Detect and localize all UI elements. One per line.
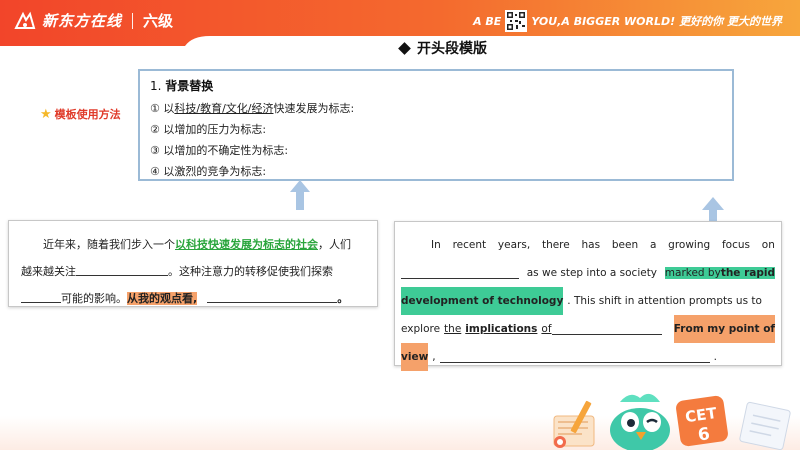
replacement-heading-num: 1. — [150, 79, 166, 93]
replacement-item-prefix: ③ 以增加的不确定性为标志: — [150, 144, 289, 157]
replacement-item: ① 以科技/教育/文化/经济快速发展为标志: — [150, 98, 722, 119]
replacement-heading: 1. 背景替换 — [150, 77, 722, 94]
brand-logo-icon — [14, 11, 36, 29]
blank-line[interactable] — [401, 267, 519, 279]
section-title-text: 开头段模版 — [417, 41, 487, 57]
replacement-item-underlined: 科技/教育/文化/经济 — [174, 102, 274, 115]
cn-text: 可能的影响。 — [61, 292, 127, 305]
chinese-template-box: 近年来，随着我们步入一个以科技快速发展为标志的社会，人们 越来越关注 。这种注意力… — [8, 220, 378, 307]
background-replacement-box: 1. 背景替换 ① 以科技/教育/文化/经济快速发展为标志: ② 以增加的压力为… — [138, 69, 734, 181]
slogan-cn: 更好的你 更大的世界 — [679, 15, 782, 28]
en-bold-underlined: implications — [465, 323, 538, 335]
blank-line[interactable] — [551, 323, 663, 335]
blank-line[interactable] — [76, 264, 168, 276]
en-highlight-orange: view — [401, 343, 429, 371]
replacement-item-prefix: ① 以 — [150, 102, 175, 115]
en-text: . — [713, 351, 717, 363]
section-title: 开头段模版 — [398, 38, 487, 58]
blank-line[interactable] — [21, 291, 61, 303]
brand-divider — [132, 12, 134, 29]
en-word: been — [611, 239, 639, 251]
cn-line: 可能的影响。从我的观点看, 。 — [21, 285, 365, 312]
en-highlight-green-text: marked by — [664, 267, 721, 279]
cn-line: 越来越关注 。这种注意力的转移促使我们探索 — [21, 258, 365, 285]
en-text: . This shift in attention prompts us to — [567, 295, 762, 307]
en-word: focus — [721, 239, 750, 251]
en-word: a — [649, 239, 657, 251]
en-highlight-green-bold: the rapid — [720, 267, 775, 279]
en-line: as we step into a society marked bythe r… — [401, 259, 775, 287]
replacement-item-prefix: ④ 以激烈的竞争为标志: — [150, 165, 267, 178]
blank-line[interactable] — [207, 291, 338, 303]
up-arrow-icon — [290, 180, 310, 210]
en-underlined: of — [541, 323, 552, 335]
slogan-start: A BE — [473, 14, 502, 28]
en-line: view, . — [401, 343, 775, 371]
diamond-bullet-icon — [398, 41, 411, 55]
cn-text: 近年来，随着我们步入一个 — [43, 238, 175, 251]
replacement-heading-text: 背景替换 — [165, 79, 214, 93]
cn-text: ，人们 — [318, 238, 351, 251]
replacement-item-prefix: ② 以增加的压力为标志: — [150, 123, 267, 136]
cn-text: 越来越关注 — [21, 265, 76, 278]
slogan-end: YOU,A BIGGER WORLD! — [531, 14, 676, 28]
en-text: as we step into a society — [526, 267, 658, 279]
en-underlined: the — [444, 323, 462, 335]
en-highlight-green: marked bythe rapid — [664, 259, 775, 287]
brand: 新东方在线 六级 — [14, 10, 173, 31]
en-word: there — [541, 239, 570, 251]
en-word: has — [581, 239, 601, 251]
brand-level: 六级 — [143, 12, 174, 30]
en-line: development of technology. This shift in… — [401, 287, 775, 315]
header-slogan: A BE YOU,A BIGGER WORLD! 更好的你 更大的世界 — [473, 10, 782, 32]
en-word: In — [431, 239, 441, 251]
cn-text: 。这种注意力的转移促使我们探索 — [168, 265, 333, 278]
cn-line: 近年来，随着我们步入一个以科技快速发展为标志的社会，人们 — [21, 231, 365, 258]
replacement-item: ③ 以增加的不确定性为标志: — [150, 140, 722, 161]
en-line: explore the implications of From my poin… — [401, 315, 775, 343]
cn-highlight-orange: 从我的观点看, — [127, 292, 198, 305]
en-word: on — [761, 239, 775, 251]
method-label-text: 模板使用方法 — [54, 108, 121, 121]
method-label: ★ 模板使用方法 — [40, 106, 121, 122]
brand-name: 新东方在线 — [42, 12, 123, 30]
cet6-badge-icon: CET 6 — [676, 395, 728, 447]
en-text: explore — [401, 323, 441, 335]
cn-highlight-green: 以科技快速发展为标志的社会 — [175, 238, 318, 251]
en-word: years, — [497, 239, 531, 251]
en-line: In recent years, there has been a growin… — [401, 231, 775, 259]
replacement-item: ④ 以激烈的竞争为标志: — [150, 161, 722, 182]
cn-text: 。 — [337, 292, 349, 305]
en-highlight-green-bold: development of technology — [401, 287, 564, 315]
book-pencil-icon — [553, 400, 595, 448]
en-highlight-orange: From my point of — [673, 315, 775, 343]
replacement-item-rest: 快速发展为标志: — [273, 102, 355, 115]
star-icon: ★ — [40, 106, 52, 122]
replacement-item: ② 以增加的压力为标志: — [150, 119, 722, 140]
en-word: growing — [668, 239, 711, 251]
blank-line[interactable] — [439, 351, 710, 363]
en-word: recent — [452, 239, 487, 251]
english-template-box: In recent years, there has been a growin… — [394, 221, 782, 371]
qr-code-icon[interactable] — [505, 10, 528, 32]
paper-sheet-icon — [739, 401, 791, 450]
parrot-mascot-icon — [610, 393, 670, 450]
